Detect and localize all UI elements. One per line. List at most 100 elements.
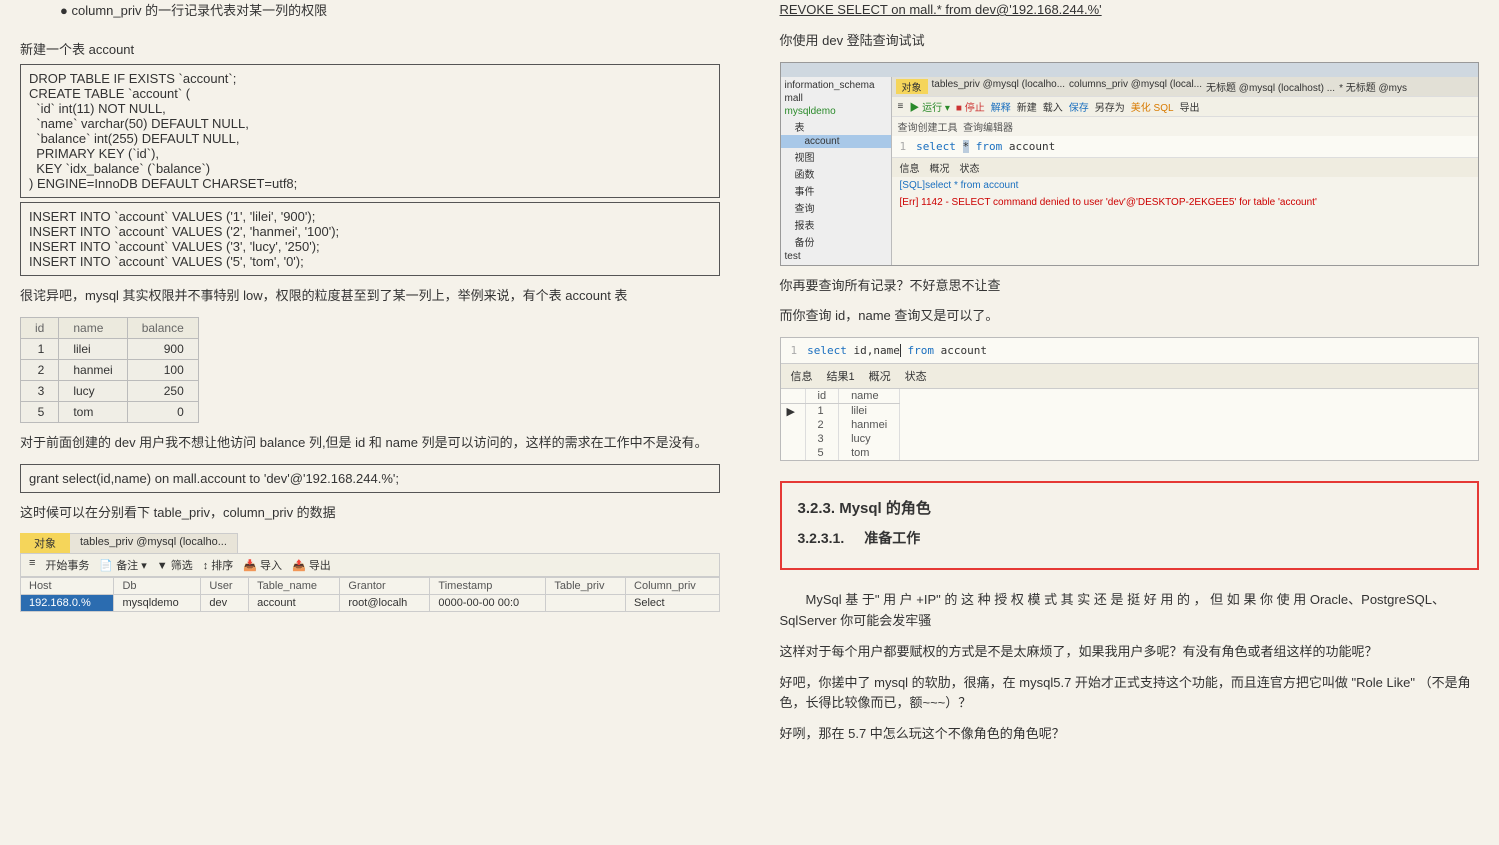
tree-item[interactable]: 报表 [781,216,891,233]
th-balance: balance [127,317,198,338]
menu-icon[interactable]: ≡ [29,557,35,573]
tree-item[interactable]: 函数 [781,165,891,182]
tree-item[interactable]: 备份 [781,233,891,250]
db-tree[interactable]: information_schema mall mysqldemo 表 acco… [781,77,892,265]
cell: 1 [21,338,59,359]
info-tab[interactable]: 信息 [791,368,813,384]
load-button[interactable]: 载入 [1043,99,1063,114]
cell[interactable]: hanmei [839,418,900,432]
cell[interactable]: lilei [839,404,900,419]
profile-tab[interactable]: 概况 [869,368,891,384]
run-button[interactable]: ▶ 运行 ▾ [909,99,950,114]
cell-host[interactable]: 192.168.0.% [21,595,114,612]
tab-object[interactable]: 对象 [20,533,70,553]
msg-sql: [SQL]select * from account [892,177,1479,194]
tab[interactable]: tables_priv @mysql (localho... [932,79,1066,94]
cell[interactable]: 2 [805,418,839,432]
filter-button[interactable]: ▼ 筛选 [157,557,193,573]
saveas-button[interactable]: 另存为 [1095,99,1125,114]
tree-item[interactable]: mysqldemo [781,105,891,118]
status-tab[interactable]: 状态 [905,368,927,384]
tree-item[interactable]: information_schema [781,79,891,92]
tree-item[interactable]: mall [781,92,891,105]
cell: 0 [127,401,198,422]
import-button[interactable]: 📥 导入 [243,557,282,573]
tables-priv-grid: 对象 tables_priv @mysql (localho... ≡ 开始事务… [20,533,720,612]
tree-item[interactable]: 表 [781,118,891,135]
menu-icon[interactable]: ≡ [898,101,904,112]
section-box: 3.2.3. Mysql 的角色 3.2.3.1.准备工作 [780,481,1480,570]
tree-item[interactable]: 视图 [781,148,891,165]
start-tx-button[interactable]: 开始事务 [45,557,89,573]
cell[interactable]: dev [201,595,249,612]
cell: hanmei [59,359,127,380]
para-no-query: 你再要查询所有记录？不好意思不让查 [780,276,1480,297]
para-role-c: 好吧，你搓中了 mysql 的软肋，很痛，在 mysql5.7 开始才正式支持这… [780,673,1480,715]
cell: lilei [59,338,127,359]
explain-button[interactable]: 解释 [991,99,1011,114]
query-result: 1select id,name from account 信息 结果1 概况 状… [780,337,1480,461]
tab[interactable]: 无标题 @mysql (localhost) ... [1206,79,1335,94]
para-privilege-intro: 很诧异吧，mysql 其实权限并不事特别 low，权限的粒度甚至到了某一列上，举… [20,286,720,307]
cell[interactable]: 0000-00-00 00:0 [430,595,546,612]
result-tab[interactable]: 结果1 [827,368,855,384]
navicat-window: information_schema mall mysqldemo 表 acco… [780,62,1480,266]
info-tab[interactable]: 信息 [900,160,920,175]
th: User [201,578,249,595]
cell[interactable]: tom [839,446,900,460]
cell[interactable]: 5 [805,446,839,460]
cell: 100 [127,359,198,380]
tab[interactable]: * 无标题 @mys [1339,79,1407,94]
tab-tables-priv[interactable]: tables_priv @mysql (localho... [70,533,238,553]
status-tab[interactable]: 状态 [960,160,980,175]
cell[interactable]: account [249,595,340,612]
editor-tab[interactable]: 查询创建工具 [898,123,958,134]
para-role-a: MySql 基 于" 用 户 +IP" 的 这 种 授 权 模 式 其 实 还 … [780,590,1480,632]
account-table: id name balance 1lilei900 2hanmei100 3lu… [20,317,199,423]
insert-code: INSERT INTO `account` VALUES ('1', 'lile… [20,202,720,276]
label-new-table: 新建一个表 account [20,39,720,58]
beautify-button[interactable]: 美化 SQL [1131,99,1174,114]
grant-sql: grant select(id,name) on mall.account to… [20,464,720,493]
cell[interactable] [546,595,626,612]
editor-tab[interactable]: 查询编辑器 [963,123,1013,134]
heading-3231: 3.2.3.1.准备工作 [798,528,1462,548]
stop-button[interactable]: ■ 停止 [956,99,985,114]
sql-editor[interactable]: 1select * from account [892,136,1479,157]
profile-tab[interactable]: 概况 [930,160,950,175]
th: id [805,389,839,404]
sort-button[interactable]: ↕ 排序 [203,557,234,573]
cell[interactable]: mysqldemo [114,595,201,612]
para-idname-ok: 而你查询 id，name 查询又是可以了。 [780,306,1480,327]
cell: 5 [21,401,59,422]
cell[interactable]: 1 [805,404,839,419]
export-button[interactable]: 📤 导出 [292,557,331,573]
cell[interactable]: 3 [805,432,839,446]
tree-item[interactable]: 查询 [781,199,891,216]
para-login-try: 你使用 dev 登陆查询试试 [780,31,1480,52]
cell: lucy [59,380,127,401]
tree-item[interactable]: 事件 [781,182,891,199]
cell[interactable]: Select [626,595,719,612]
th: Host [21,578,114,595]
new-button[interactable]: 新建 [1017,99,1037,114]
cell[interactable]: lucy [839,432,900,446]
tree-item[interactable]: test [781,250,891,263]
cell: 2 [21,359,59,380]
tree-item-account[interactable]: account [781,135,891,148]
cell: 900 [127,338,198,359]
cell: tom [59,401,127,422]
export-button[interactable]: 导出 [1180,99,1200,114]
note-button[interactable]: 📄 备注 ▾ [99,557,146,573]
ddl-code: DROP TABLE IF EXISTS `account`; CREATE T… [20,64,720,198]
cell[interactable]: root@localh [340,595,430,612]
save-button[interactable]: 保存 [1069,99,1089,114]
tab[interactable]: 对象 [896,79,928,94]
th-id: id [21,317,59,338]
th-name: name [59,317,127,338]
sql-editor-2[interactable]: 1select id,name from account [781,338,1479,363]
para-role-b: 这样对于每个用户都要赋权的方式是不是太麻烦了，如果我用户多呢？有没有角色或者组这… [780,642,1480,663]
row-pointer-icon: ▶ [781,404,806,419]
tab[interactable]: columns_priv @mysql (local... [1069,79,1202,94]
para-dev-restriction: 对于前面创建的 dev 用户我不想让他访问 balance 列,但是 id 和 … [20,433,720,454]
